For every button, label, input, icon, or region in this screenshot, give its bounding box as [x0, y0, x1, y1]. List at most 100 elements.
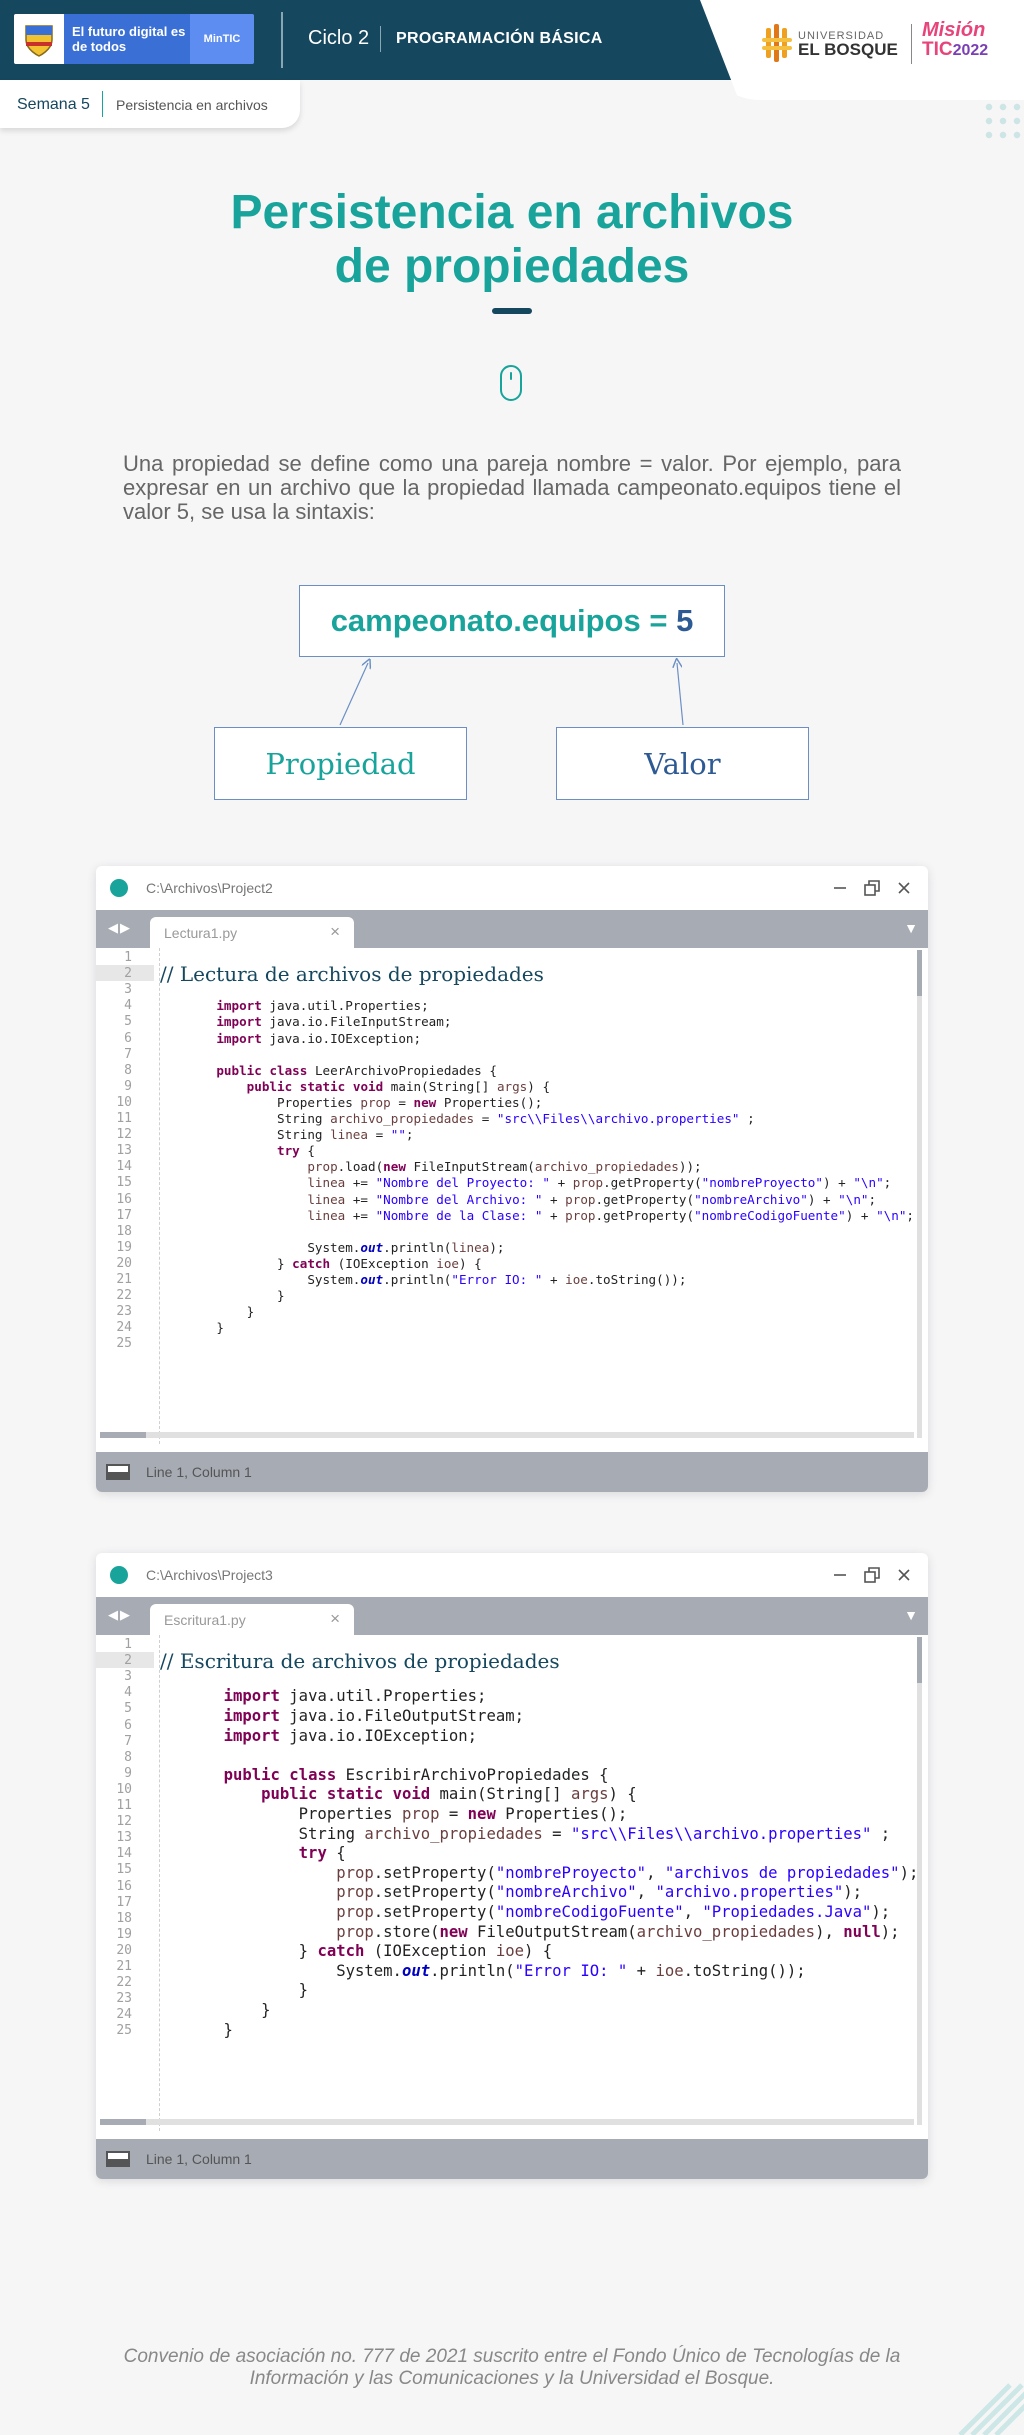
tab-escritura[interactable]: Escritura1.py × [150, 1604, 354, 1635]
vertical-scrollbar[interactable] [917, 950, 922, 1438]
page-title: Persistencia en archivos de propiedades [112, 186, 912, 294]
code-line: } [186, 1981, 309, 2000]
intro-paragraph: Una propiedad se define como una pareja … [123, 451, 901, 524]
code-line: } [186, 1304, 255, 1320]
arrow-to-value [677, 663, 684, 726]
decorative-dots [982, 100, 1022, 140]
line-number: 7 [124, 1046, 132, 1062]
line-number: 8 [124, 1062, 132, 1078]
colombia-shield-icon [14, 14, 64, 64]
code-line: public static void main(String[] args) { [261, 1785, 637, 1804]
vertical-scrollbar[interactable] [917, 1637, 922, 2125]
divider [380, 26, 381, 52]
restore-icon[interactable] [862, 878, 882, 898]
line-number: 4 [124, 998, 132, 1014]
line-number: 13 [116, 1830, 132, 1846]
close-icon[interactable] [894, 1565, 914, 1585]
code-line: System.out.println("Error IO: " + ioe.to… [186, 1272, 687, 1287]
tab-label: Lectura1.py [164, 925, 238, 941]
cycle-label: Ciclo 2 [308, 27, 370, 49]
horizontal-scrollbar[interactable] [100, 1432, 914, 1438]
code-line: import java.io.IOException; [223, 1726, 478, 1745]
line-number: 3 [124, 1669, 132, 1685]
arrow-to-key [339, 663, 368, 726]
line-number: 1 [124, 950, 132, 965]
code-line: prop.load(new FileInputStream(archivo_pr… [307, 1159, 702, 1175]
line-number: 2 [124, 1653, 132, 1669]
editor-window-lectura: C:\Archivos\Project2 ◀▶ Lectura1.py × ▼ … [96, 866, 928, 1492]
code-comment: // Lectura de archivos de propiedades [160, 962, 544, 987]
code-line: prop.setProperty("nombreProyecto", "arch… [336, 1863, 919, 1882]
property-key: campeonato.equipos = [330, 603, 677, 638]
code-line: } [186, 2020, 233, 2039]
window-path: C:\Archivos\Project2 [146, 880, 273, 896]
gov-slogan: El futuro digital es de todos [72, 24, 186, 54]
tab-dropdown-icon[interactable]: ▼ [904, 920, 918, 936]
line-number: 22 [116, 1288, 132, 1304]
title-underline [492, 308, 532, 314]
label-propiedad: Propiedad [214, 727, 467, 800]
line-number: 16 [116, 1191, 132, 1207]
code-line: prop.setProperty("nombreCodigoFuente", "… [336, 1902, 891, 1921]
editor-window-escritura: C:\Archivos\Project3 ◀▶ Escritura1.py × … [96, 1553, 928, 2179]
horizontal-scrollbar[interactable] [100, 2119, 914, 2125]
code-line: Properties prop = new Properties(); [186, 1804, 628, 1823]
panel-icon[interactable] [106, 1464, 130, 1480]
divider [102, 91, 103, 117]
property-example-box: campeonato.equipos = 5 [299, 585, 725, 657]
code-line: String archivo_propiedades = "src\\Files… [186, 1824, 891, 1843]
tab-nav-arrows-icon[interactable]: ◀▶ [108, 920, 132, 936]
tic-label: TIC [922, 39, 953, 60]
code-line: } [186, 1288, 285, 1304]
close-icon[interactable] [894, 878, 914, 898]
code-editor[interactable]: 1 2 3 4 5 6 7 8 9 10 11 12 13 14 15 16 17 18 19 20 21 22 23 24 2… [96, 948, 928, 1444]
code-line: import java.io.FileOutputStream; [223, 1706, 525, 1725]
divider [911, 24, 912, 64]
window-titlebar: C:\Archivos\Project2 [96, 866, 928, 910]
line-number: 23 [116, 1304, 132, 1320]
line-number: 1 [124, 1637, 132, 1652]
line-number: 2 [124, 966, 132, 982]
line-number: 24 [116, 1320, 132, 1336]
line-number: 12 [116, 1127, 132, 1143]
week-label: Semana 5 [17, 96, 90, 113]
restore-icon[interactable] [862, 1565, 882, 1585]
year-label: 2022 [952, 42, 989, 59]
line-number: 19 [116, 1239, 132, 1255]
tab-nav-arrows-icon[interactable]: ◀▶ [108, 1607, 132, 1623]
line-number: 10 [116, 1094, 132, 1110]
course-label: PROGRAMACIÓN BÁSICA [396, 30, 603, 47]
line-number: 9 [124, 1078, 132, 1094]
line-number: 24 [116, 2007, 132, 2023]
line-number: 4 [124, 1685, 132, 1701]
code-line: } catch (IOException ioe) { [186, 1942, 553, 1961]
tab-lectura[interactable]: Lectura1.py × [150, 917, 354, 948]
minimize-icon[interactable] [830, 1565, 850, 1585]
panel-icon[interactable] [106, 2151, 130, 2167]
gov-logo: El futuro digital es de todos MinTIC [14, 14, 254, 64]
footer-note: Convenio de asociación no. 777 de 2021 s… [123, 2346, 901, 2389]
code-editor[interactable]: 1 2 3 4 5 6 7 8 9 10 11 12 13 14 15 16 17 18 19 20 21 22 23 24 2… [96, 1635, 928, 2131]
window-path: C:\Archivos\Project3 [146, 1567, 273, 1583]
window-dot-icon [110, 879, 128, 897]
mouse-scroll-icon [500, 365, 522, 401]
line-number: 8 [124, 1749, 132, 1765]
breadcrumb: Semana 5 Persistencia en archivos [0, 80, 300, 128]
mision-tic-logo: Misión TIC2022 [922, 20, 988, 61]
line-number: 13 [116, 1143, 132, 1159]
tab-close-icon[interactable]: × [330, 922, 340, 942]
line-number: 21 [116, 1272, 132, 1287]
label-valor: Valor [556, 727, 809, 800]
decorative-stripes [958, 2383, 1024, 2435]
window-titlebar: C:\Archivos\Project3 [96, 1553, 928, 1597]
mision-label: Misión [922, 19, 986, 41]
minimize-icon[interactable] [830, 878, 850, 898]
university-name: EL BOSQUE [798, 40, 898, 59]
tab-dropdown-icon[interactable]: ▼ [904, 1607, 918, 1623]
code-line: String linea = ""; [186, 1127, 414, 1143]
cursor-position: Line 1, Column 1 [146, 2151, 252, 2167]
code-line: Properties prop = new Properties(); [186, 1094, 543, 1110]
tab-close-icon[interactable]: × [330, 1609, 340, 1629]
code-comment: // Escritura de archivos de propiedades [160, 1649, 560, 1674]
divider [281, 12, 283, 68]
